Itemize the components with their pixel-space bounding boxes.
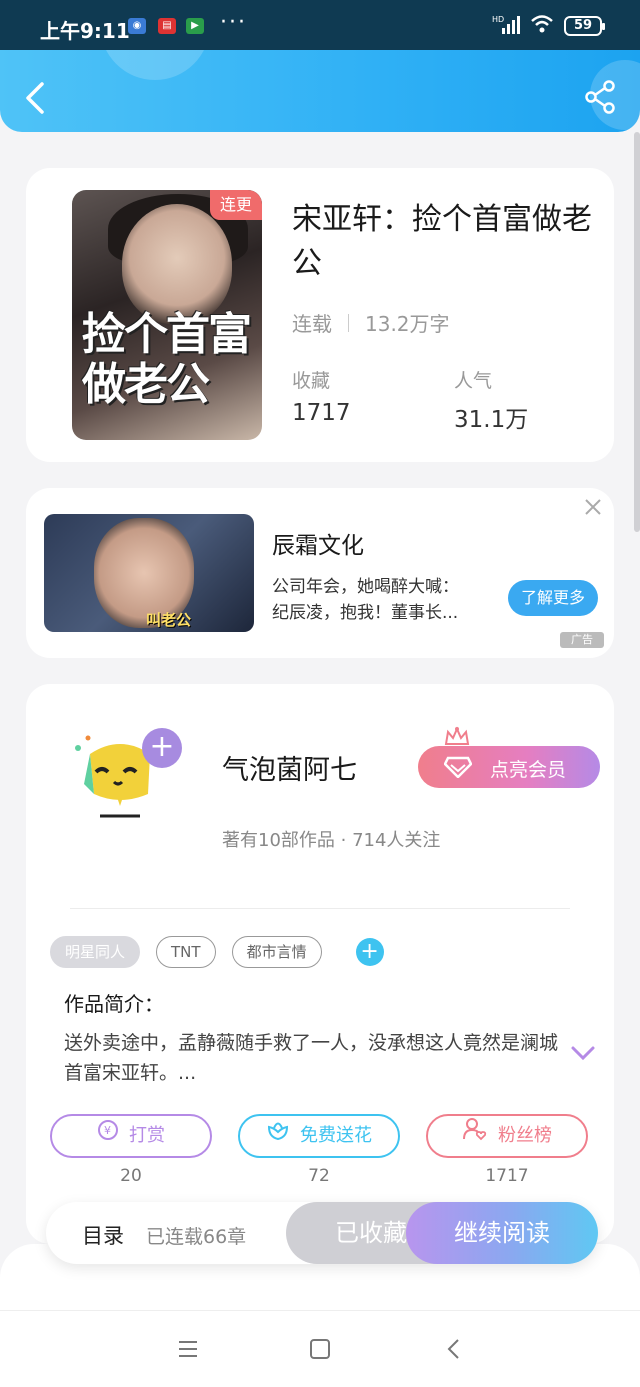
back-button[interactable] — [22, 80, 52, 116]
intro-label: 作品简介： — [64, 992, 164, 1016]
fan-ranking-button[interactable]: 粉丝榜 — [426, 1114, 588, 1158]
reward-label: 打赏 — [129, 1125, 165, 1146]
follow-author-button[interactable]: + — [142, 728, 182, 768]
home-square-icon — [310, 1339, 330, 1359]
fan-heart-icon — [462, 1116, 488, 1156]
status-right: HD 59 — [492, 14, 605, 38]
header-bar: 上午9:11 ◉ ▤ ▶ ··· HD 59 — [0, 0, 640, 132]
back-triangle-icon — [447, 1339, 459, 1359]
ad-close-button[interactable] — [582, 496, 604, 518]
send-flower-button[interactable]: 免费送花 — [238, 1114, 400, 1158]
vip-membership-button[interactable]: 点亮会员 — [418, 746, 600, 788]
fan-ranking-label: 粉丝榜 — [498, 1125, 552, 1146]
wifi-icon — [530, 14, 554, 38]
author-stats: 著有10部作品 · 714人关注 — [222, 830, 441, 851]
news-notification-icon: ▤ — [158, 18, 176, 34]
status-bar: 上午9:11 ◉ ▤ ▶ ··· HD 59 — [0, 0, 640, 50]
reward-button[interactable]: ¥ 打赏 — [50, 1114, 212, 1158]
share-icon — [585, 80, 615, 114]
scrollbar[interactable] — [634, 132, 640, 532]
favorites-label: 收藏 — [292, 370, 331, 392]
app-notification-icon: ◉ — [128, 18, 146, 34]
tag-item[interactable]: 都市言情 — [231, 936, 322, 968]
reward-count: 20 — [120, 1166, 142, 1186]
expand-intro-button[interactable] — [570, 1044, 596, 1062]
flower-icon — [266, 1116, 290, 1156]
book-title: 宋亚轩：捡个首富做老公 — [292, 202, 592, 281]
send-flower-label: 免费送花 — [300, 1125, 372, 1146]
book-cover[interactable]: 捡个首富做老公 连更 — [72, 190, 262, 440]
close-icon — [585, 499, 601, 515]
tag-list: 明星同人 TNT 都市言情 + — [50, 936, 384, 968]
video-notification-icon: ▶ — [186, 18, 204, 34]
ad-description: 公司年会，她喝醉大喊：纪辰凌，抱我！董事长... — [272, 577, 459, 623]
chevron-left-icon — [26, 82, 44, 114]
tag-item[interactable]: TNT — [156, 936, 216, 968]
more-notifications-icon: ··· — [220, 10, 247, 35]
ad-image[interactable]: 叫老公 — [44, 514, 254, 632]
crown-icon — [444, 726, 470, 746]
popularity-label: 人气 — [454, 370, 493, 392]
share-button[interactable] — [584, 80, 616, 114]
signal-icon: HD — [492, 14, 520, 38]
chevron-down-icon — [571, 1046, 595, 1061]
back-nav-button[interactable] — [442, 1337, 466, 1361]
svg-text:HD: HD — [492, 15, 504, 24]
menu-nav-button[interactable] — [176, 1337, 200, 1361]
book-info-card: 捡个首富做老公 连更 宋亚轩：捡个首富做老公 连载 13.2万字 收藏 1717… — [26, 168, 614, 462]
status-time: 上午9:11 — [40, 19, 130, 43]
fan-count: 1717 — [485, 1166, 529, 1186]
battery-indicator: 59 — [564, 16, 605, 36]
meta-divider — [348, 313, 349, 332]
system-navigation-bar — [0, 1310, 640, 1387]
cover-title-art: 捡个首富做老公 — [82, 309, 252, 410]
ad-image-caption: 叫老公 — [146, 611, 192, 629]
flower-count: 72 — [308, 1166, 330, 1186]
author-name: 气泡菌阿七 — [222, 755, 357, 786]
learn-more-button[interactable]: 了解更多 — [508, 580, 598, 616]
intro-text: 送外卖途中，孟静薇随手救了一人，没承想这人竟然是澜城首富宋亚轩。... — [64, 1032, 559, 1084]
serial-update-badge: 连更 — [210, 190, 262, 220]
ad-label: 广告 — [560, 632, 604, 648]
svg-text:¥: ¥ — [104, 1124, 111, 1137]
diamond-icon — [443, 756, 473, 779]
ad-title: 辰霜文化 — [272, 533, 364, 559]
book-status: 连载 — [292, 312, 332, 336]
reading-action-bar: 目录 已连载66章 已收藏 继续阅读 — [46, 1202, 598, 1264]
continue-reading-button[interactable]: 继续阅读 — [406, 1202, 598, 1264]
cover-face — [122, 204, 232, 324]
add-tag-button[interactable]: + — [355, 938, 384, 966]
menu-icon — [179, 1341, 197, 1357]
home-nav-button[interactable] — [308, 1337, 332, 1361]
chapter-count: 已连载66章 — [146, 1226, 247, 1248]
yen-coin-icon: ¥ — [97, 1116, 119, 1156]
ad-card[interactable]: 叫老公 辰霜文化 公司年会，她喝醉大喊：纪辰凌，抱我！董事长... 了解更多 广… — [26, 488, 614, 658]
favorites-value: 1717 — [292, 400, 351, 426]
section-divider — [70, 908, 570, 909]
table-of-contents-button[interactable]: 目录 — [82, 1220, 124, 1250]
book-meta: 连载 13.2万字 — [292, 308, 450, 337]
word-count: 13.2万字 — [365, 312, 450, 336]
vip-button-label: 点亮会员 — [490, 759, 567, 781]
author-card: + 气泡菌阿七 著有10部作品 · 714人关注 点亮会员 明星同人 TNT 都… — [26, 684, 614, 1244]
tag-item[interactable]: 明星同人 — [50, 936, 141, 968]
popularity-value: 31.1万 — [454, 407, 529, 433]
